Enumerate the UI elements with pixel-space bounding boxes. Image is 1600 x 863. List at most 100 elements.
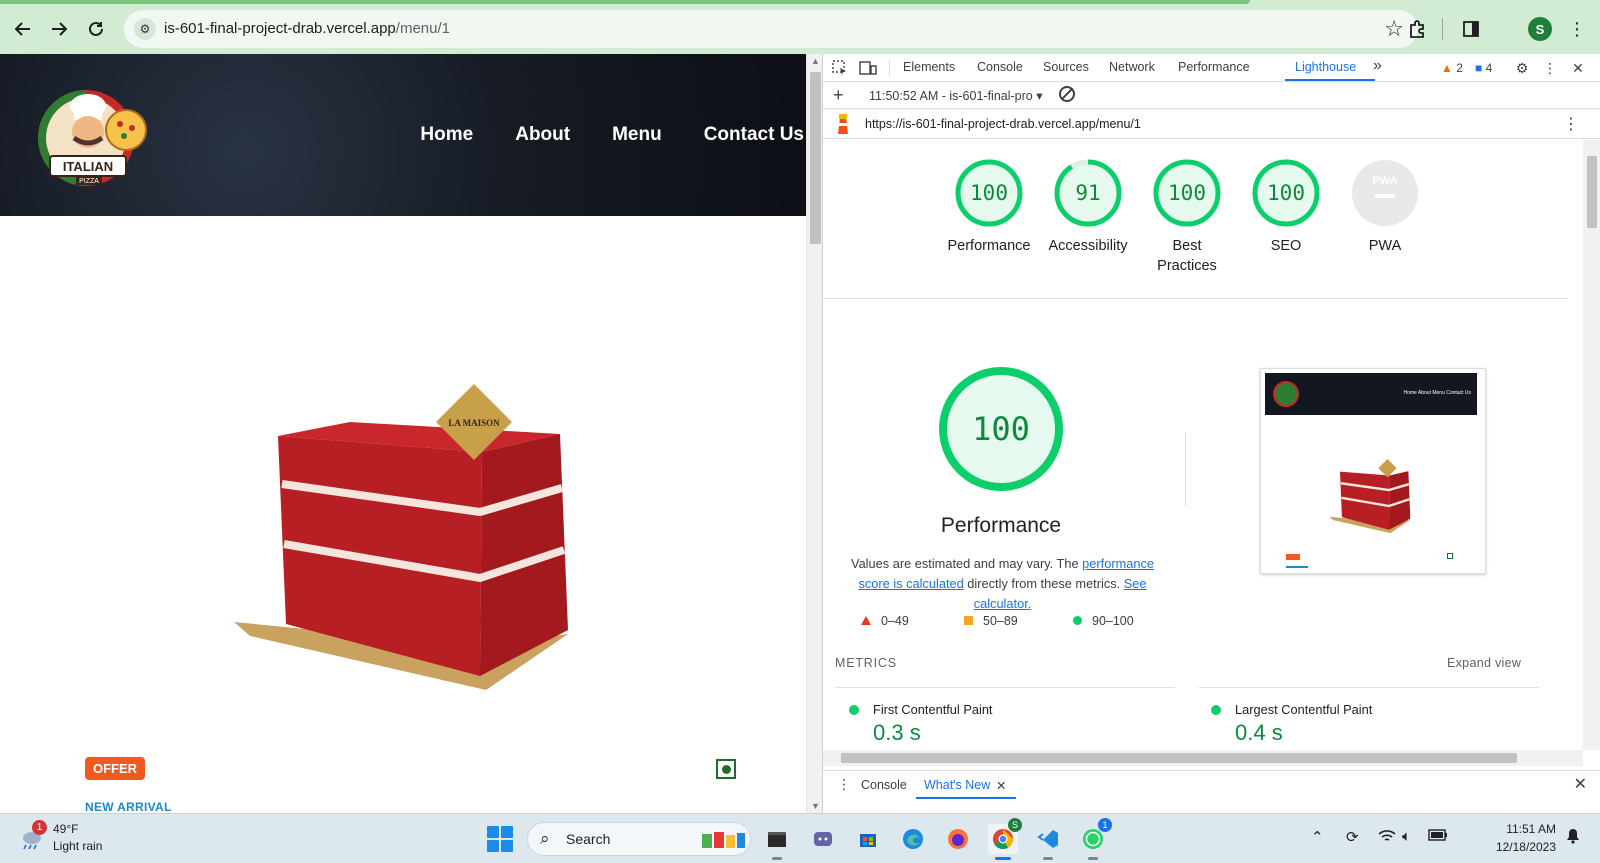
drawer-menu-icon[interactable]: ⋮ [837, 776, 851, 793]
screen: { "browser": { "url_host": "is-601-final… [0, 0, 1600, 863]
performance-big-gauge: 100 [939, 367, 1063, 491]
close-devtools-icon[interactable]: ✕ [1569, 59, 1587, 77]
address-url[interactable]: is-601-final-project-drab.vercel.app/men… [164, 20, 450, 37]
devtools-panel: Elements Console Sources Network Perform… [822, 54, 1600, 813]
settings-gear-icon[interactable]: ⚙ [1513, 59, 1531, 77]
volume-icon[interactable]: 🔈︎ [1402, 828, 1411, 845]
lighthouse-toolbar: + 11:50:52 AM - is-601-final-pro ▾ [823, 82, 1600, 109]
taskbar-vscode[interactable] [1033, 824, 1063, 860]
notification-bell-icon[interactable] [1566, 828, 1580, 848]
report-menu-icon[interactable]: ⋮ [1563, 114, 1579, 134]
reload-button[interactable] [83, 16, 109, 42]
taskbar-edge[interactable] [898, 824, 928, 854]
pass-circle-icon [1073, 616, 1082, 625]
site-info-icon[interactable]: ⚙ [134, 18, 156, 40]
metric-name: First Contentful Paint [873, 702, 993, 717]
clock-time[interactable]: 11:51 AM [1474, 822, 1556, 836]
gauge-pwa[interactable]: PWA PWA [1330, 158, 1440, 256]
windows-start-icon[interactable] [487, 826, 513, 852]
running-indicator [772, 857, 782, 860]
devtools-vscroll-thumb[interactable] [1587, 156, 1597, 228]
device-toolbar-icon[interactable] [859, 59, 877, 77]
devtools-horizontal-scrollbar[interactable] [823, 750, 1583, 766]
weather-temperature[interactable]: 49°F [53, 822, 78, 836]
tab-network[interactable]: Network [1109, 60, 1155, 74]
tab-lighthouse[interactable]: Lighthouse [1295, 60, 1356, 74]
thumbnail-cake [1329, 459, 1411, 534]
legend-pass: 90–100 [1073, 614, 1134, 628]
taskbar-teams[interactable] [808, 824, 838, 854]
search-highlight-icon [702, 832, 745, 848]
gauge-best-practices[interactable]: 100 Best Practices [1132, 158, 1242, 276]
tab-performance[interactable]: Performance [1178, 60, 1250, 74]
address-bar[interactable]: ⚙ is-601-final-project-drab.vercel.app/m… [124, 10, 1418, 48]
thumbnail-offer-badge [1286, 554, 1300, 560]
taskbar-chrome[interactable]: S [988, 818, 1022, 860]
scroll-down-arrow-icon[interactable]: ▼ [811, 801, 820, 811]
close-drawer-icon[interactable]: ✕ [1574, 774, 1587, 794]
page-scrollbar[interactable]: ▲ ▼ [806, 54, 822, 813]
more-tabs-icon[interactable]: » [1373, 57, 1382, 75]
profile-avatar[interactable]: S [1528, 17, 1552, 41]
messages-counter[interactable]: ■ 4 [1475, 61, 1492, 75]
tab-console[interactable]: Console [977, 60, 1023, 74]
devtools-vertical-scrollbar[interactable] [1583, 140, 1600, 750]
scroll-up-arrow-icon[interactable]: ▲ [811, 56, 820, 66]
drawer-tab-whats-new[interactable]: What's New [924, 778, 990, 792]
search-icon: ⌕ [540, 829, 550, 848]
taskbar-firefox[interactable] [943, 824, 973, 854]
gauge-accessibility[interactable]: 91 Accessibility [1033, 158, 1143, 256]
clear-reports-icon[interactable] [1059, 86, 1075, 102]
taskbar-whatsapp[interactable]: 1 [1078, 818, 1112, 860]
pass-circle-icon [849, 705, 859, 715]
chrome-menu-icon[interactable]: ⋮ [1564, 16, 1590, 42]
taskbar-search[interactable]: ⌕ Search [527, 822, 751, 856]
nav-contact-link[interactable]: Contact Us [704, 124, 804, 146]
legend-average: 50–89 [964, 614, 1018, 628]
warnings-counter[interactable]: ▲ 2 [1441, 61, 1463, 75]
side-panel-icon[interactable] [1458, 16, 1484, 42]
nav-about-link[interactable]: About [515, 124, 570, 146]
taskbar-store[interactable] [853, 824, 883, 854]
gauge-seo[interactable]: 100 SEO [1231, 158, 1341, 256]
show-hidden-icons-chevron-up-icon[interactable]: ⌃ [1311, 828, 1324, 846]
message-icon: ■ [1475, 61, 1483, 75]
thumbnail-nav: Home About Menu Contact Us [1403, 390, 1471, 396]
report-selector[interactable]: 11:50:52 AM - is-601-final-pro ▾ [869, 88, 1043, 103]
inspect-element-icon[interactable] [831, 59, 849, 77]
taskbar-file-explorer[interactable] [762, 824, 792, 860]
close-tab-icon[interactable]: ✕ [996, 778, 1006, 793]
devtools-hscroll-thumb[interactable] [841, 753, 1517, 763]
extensions-icon[interactable] [1405, 16, 1431, 42]
devtools-menu-icon[interactable]: ⋮ [1541, 59, 1559, 77]
report-url[interactable]: https://is-601-final-project-drab.vercel… [865, 117, 1141, 131]
wifi-icon[interactable] [1378, 828, 1396, 848]
weather-description[interactable]: Light rain [53, 839, 102, 853]
battery-icon[interactable] [1428, 828, 1448, 846]
svg-text:PWA: PWA [1372, 175, 1397, 187]
nav-home-link[interactable]: Home [420, 124, 473, 146]
svg-text:100: 100 [1168, 181, 1206, 205]
chat-video-icon [814, 832, 832, 846]
thumbnail-new-arrival [1286, 566, 1308, 568]
tab-elements[interactable]: Elements [903, 60, 955, 74]
thumbnail-logo [1273, 381, 1299, 407]
average-square-icon [964, 616, 973, 625]
page-scrollbar-thumb[interactable] [810, 72, 821, 244]
italian-pizza-logo[interactable]: ITALIAN PIZZA [36, 84, 148, 192]
drawer-tab-console[interactable]: Console [861, 778, 907, 792]
back-button[interactable] [10, 16, 36, 42]
devtools-tab-bar: Elements Console Sources Network Perform… [823, 54, 1600, 82]
final-screenshot-thumbnail[interactable]: Home About Menu Contact Us [1260, 368, 1486, 574]
expand-view-toggle[interactable]: Expand view [1447, 656, 1521, 670]
gauge-performance[interactable]: 100 Performance [934, 158, 1044, 256]
nav-menu-link[interactable]: Menu [612, 124, 662, 146]
chrome-profile-badge: S [1008, 818, 1022, 832]
bookmark-star-icon[interactable]: ☆ [1384, 16, 1404, 42]
new-report-plus-icon[interactable]: + [833, 85, 844, 106]
svg-text:91: 91 [1075, 181, 1100, 205]
forward-button[interactable] [46, 16, 72, 42]
clock-date[interactable]: 12/18/2023 [1474, 840, 1556, 854]
tab-sources[interactable]: Sources [1043, 60, 1089, 74]
sync-icon[interactable]: ⟳ [1346, 828, 1359, 846]
